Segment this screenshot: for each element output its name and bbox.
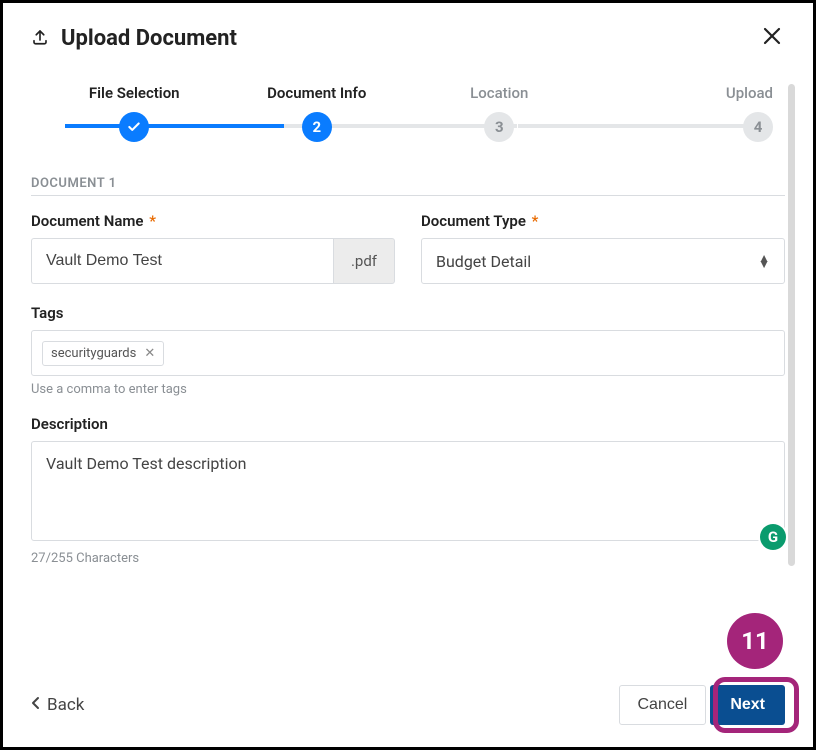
field-label: Description [31, 415, 785, 433]
divider [31, 195, 785, 196]
footer-actions: Cancel Next [619, 685, 786, 725]
field-tags: Tags securityguards ✕ Use a comma to ent… [31, 304, 785, 397]
document-name-input[interactable] [31, 238, 333, 284]
step-label: Upload [726, 84, 773, 102]
close-icon [763, 27, 781, 45]
name-input-group: .pdf [31, 238, 395, 284]
cancel-button[interactable]: Cancel [619, 685, 707, 725]
tag-remove-button[interactable]: ✕ [144, 346, 155, 361]
step-upload[interactable]: Upload 4 [591, 84, 774, 142]
dialog-footer: Back Cancel Next [31, 685, 785, 725]
tags-hint: Use a comma to enter tags [31, 382, 785, 397]
step-label: Location [470, 84, 528, 102]
document-type-select[interactable]: Budget Detail ▲▼ [421, 238, 785, 284]
label-text: Document Name [31, 212, 143, 230]
next-button[interactable]: Next [710, 685, 785, 725]
tag-text: securityguards [51, 346, 136, 361]
file-extension-badge: .pdf [333, 238, 395, 284]
field-label: Tags [31, 304, 785, 322]
step-document-info[interactable]: Document Info 2 [226, 84, 409, 142]
dialog-content: File Selection Document Info 2 Location … [31, 84, 785, 566]
field-row: Document Name * .pdf Document Type * Bud… [31, 212, 785, 284]
step-label: Document Info [267, 84, 366, 102]
dialog-title: Upload Document [61, 26, 237, 51]
label-text: Document Type [421, 212, 526, 230]
step-bubble [119, 112, 149, 142]
check-icon [127, 120, 141, 134]
annotation-step-badge: 11 [727, 613, 783, 669]
step-location[interactable]: Location 3 [408, 84, 591, 142]
required-indicator: * [528, 212, 538, 230]
step-bubble: 4 [743, 112, 773, 142]
step-label: File Selection [89, 84, 180, 102]
character-counter: 27/255 Characters [31, 551, 785, 566]
dialog-upload-document: Upload Document File Selection Document … [0, 0, 816, 750]
field-label: Document Type * [421, 212, 785, 230]
tag-chip: securityguards ✕ [42, 341, 164, 366]
close-button[interactable] [759, 23, 785, 54]
required-indicator: * [145, 212, 155, 230]
content-scrollbar[interactable] [788, 84, 795, 566]
header-title-group: Upload Document [31, 26, 237, 51]
chevron-left-icon [31, 695, 41, 715]
grammarly-icon[interactable]: G [760, 524, 786, 550]
step-bubble: 3 [484, 112, 514, 142]
description-textarea[interactable] [31, 441, 785, 541]
step-bubble: 2 [302, 112, 332, 142]
step-file-selection[interactable]: File Selection [43, 84, 226, 142]
progress-stepper: File Selection Document Info 2 Location … [43, 84, 773, 142]
field-document-type: Document Type * Budget Detail ▲▼ [421, 212, 785, 284]
upload-icon [31, 28, 49, 50]
back-label: Back [47, 695, 84, 715]
field-document-name: Document Name * .pdf [31, 212, 395, 284]
back-button[interactable]: Back [31, 695, 84, 715]
select-value: Budget Detail [436, 252, 531, 271]
document-section-header: DOCUMENT 1 [31, 176, 785, 191]
select-caret-icon: ▲▼ [758, 255, 770, 267]
dialog-header: Upload Document [31, 23, 785, 54]
field-description: Description G 27/255 Characters [31, 415, 785, 566]
tags-input[interactable]: securityguards ✕ [31, 330, 785, 376]
field-label: Document Name * [31, 212, 395, 230]
